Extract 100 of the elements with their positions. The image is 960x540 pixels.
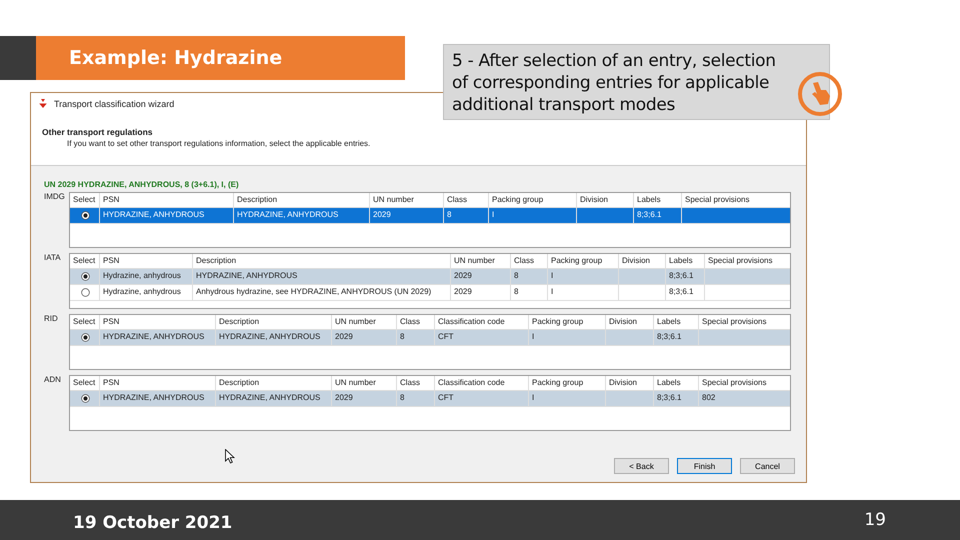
slide-title: Example: Hydrazine — [36, 36, 405, 80]
table-cell: I — [551, 287, 554, 296]
table-cell: HYDRAZINE, ANHYDROUS — [219, 332, 320, 341]
table-cell: HYDRAZINE, ANHYDROUS — [237, 210, 338, 219]
table-cell: Hydrazine, anhydrous — [103, 271, 181, 280]
table-row[interactable]: Hydrazine, anhydrous Anhydrous hydrazine, see HYDRAZINE, ANHYDROUS (UN 2029) 2029 8 I 8;3;6.1 — [70, 285, 790, 301]
table-cell: 8;3;6.1 — [657, 332, 682, 341]
column-header: Class — [444, 193, 489, 207]
column-header: UN number — [332, 376, 397, 390]
radio-button[interactable] — [81, 211, 90, 220]
column-header: Class — [397, 376, 435, 390]
column-header: Select — [70, 376, 100, 390]
column-header: Description — [193, 254, 451, 268]
column-header: Select — [70, 193, 100, 207]
radio-button[interactable] — [81, 333, 90, 342]
column-header: PSN — [100, 193, 234, 207]
table-cell: HYDRAZINE, ANHYDROUS — [103, 332, 204, 341]
cursor-icon — [225, 449, 235, 464]
table-cell: 8;3;6.1 — [637, 210, 662, 219]
column-header: Special provisions — [701, 377, 768, 389]
column-header: PSN — [100, 315, 216, 329]
title-accent — [0, 36, 36, 80]
column-header: Labels — [654, 315, 699, 329]
wizard-button[interactable]: Cancel — [740, 458, 795, 474]
table-cell: Hydrazine, anhydrous — [103, 287, 181, 296]
column-header: Classification code — [435, 376, 529, 390]
callout-text: 5 - After selection of an entry, selection of corresponding entries for applicable additional transport modes — [443, 44, 830, 120]
table-cell: 8;3;6.1 — [669, 271, 694, 280]
column-header: Division — [619, 254, 666, 268]
app-icon — [37, 98, 49, 109]
table-cell: 2029 — [335, 332, 353, 341]
page-number: 19 — [864, 510, 886, 530]
page-heading: Other transport regulations — [42, 127, 154, 137]
table-cell: HYDRAZINE, ANHYDROUS — [103, 393, 204, 402]
table-cell: HYDRAZINE, ANHYDROUS — [219, 393, 320, 402]
column-header: PSN — [100, 376, 216, 390]
table-cell: CFT — [438, 393, 454, 402]
table-cell: 2029 — [373, 210, 391, 219]
column-header: UN number — [332, 315, 397, 329]
table-cell: I — [532, 332, 534, 341]
table-cell: 802 — [702, 393, 716, 402]
table-cell: 8 — [447, 210, 452, 219]
table-cell: I — [551, 271, 554, 280]
radio-button[interactable] — [81, 394, 90, 403]
regulation-label: RID — [44, 314, 59, 325]
column-header: PSN — [100, 254, 193, 268]
wizard-button[interactable]: < Back — [614, 458, 669, 474]
column-header: Labels — [634, 193, 682, 207]
column-header: Labels — [654, 376, 699, 390]
table-cell: HYDRAZINE, ANHYDROUS — [103, 210, 204, 219]
table-cell: 2029 — [454, 287, 472, 296]
column-header: Division — [606, 315, 654, 329]
window-title: Transport classification wizard — [54, 98, 174, 108]
column-header: UN number — [451, 254, 511, 268]
regulation-label: IATA — [44, 253, 62, 264]
table-cell: 2029 — [454, 271, 472, 280]
instruction-text: If you want to set other transport regulations information, select the applicable entries. — [67, 139, 372, 148]
table-row[interactable]: HYDRAZINE, ANHYDROUS HYDRAZINE, ANHYDROUS 2029 8 I 8;3;6.1 — [70, 208, 790, 224]
column-header: Select — [70, 254, 100, 268]
wizard-button[interactable]: Finish — [677, 458, 732, 474]
table-row[interactable]: HYDRAZINE, ANHYDROUS HYDRAZINE, ANHYDROUS 2029 8 CFT I 8;3;6.1 — [70, 330, 790, 346]
table-cell: 8;3;6.1 — [657, 393, 682, 402]
entry-label: UN 2029 HYDRAZINE, ANHYDROUS, 8 (3+6.1), I, (E) — [44, 180, 240, 189]
table-cell: HYDRAZINE, ANHYDROUS — [196, 271, 298, 280]
hand-cursor-icon — [795, 70, 845, 118]
column-header: Description — [216, 376, 332, 390]
table-cell: 8;3;6.1 — [669, 287, 694, 296]
table-row[interactable]: HYDRAZINE, ANHYDROUS HYDRAZINE, ANHYDROUS 2029 8 CFT I 8;3;6.1 802 — [70, 391, 790, 407]
column-header: Packing group — [548, 254, 619, 268]
table-cell: 8 — [400, 393, 404, 402]
table-cell: 8 — [400, 332, 404, 341]
column-header: Division — [606, 376, 654, 390]
column-header: Special provisions — [701, 316, 768, 328]
regulation-label: IMDG — [44, 192, 66, 203]
slide-date: 19 October 2021 — [73, 513, 232, 533]
column-header: Description — [216, 315, 332, 329]
column-header: Description — [234, 193, 370, 207]
table-cell: 8 — [514, 287, 518, 296]
table-cell: CFT — [438, 332, 454, 341]
column-header: Packing group — [529, 376, 606, 390]
column-header: Packing group — [529, 315, 606, 329]
column-header: Classification code — [435, 315, 529, 329]
table-row[interactable]: Hydrazine, anhydrous HYDRAZINE, ANHYDROUS 2029 8 I 8;3;6.1 — [70, 269, 790, 285]
column-header: Class — [511, 254, 548, 268]
column-header: Special provisions — [707, 255, 774, 267]
table-cell: 2029 — [335, 393, 353, 402]
regulation-label: ADN — [44, 375, 62, 386]
column-header: Special provisions — [684, 194, 750, 206]
column-header: Packing group — [489, 193, 577, 207]
column-header: Class — [397, 315, 435, 329]
table-cell: Anhydrous hydrazine, see HYDRAZINE, ANHYDROUS (UN 2029) — [196, 287, 432, 296]
table-cell: 8 — [514, 271, 518, 280]
column-header: Division — [577, 193, 634, 207]
radio-button[interactable] — [81, 288, 90, 297]
column-header: UN number — [370, 193, 444, 207]
column-header: Labels — [666, 254, 705, 268]
table-cell: I — [532, 393, 534, 402]
radio-button[interactable] — [81, 272, 90, 281]
column-header: Select — [70, 315, 100, 329]
table-cell: I — [492, 210, 494, 219]
